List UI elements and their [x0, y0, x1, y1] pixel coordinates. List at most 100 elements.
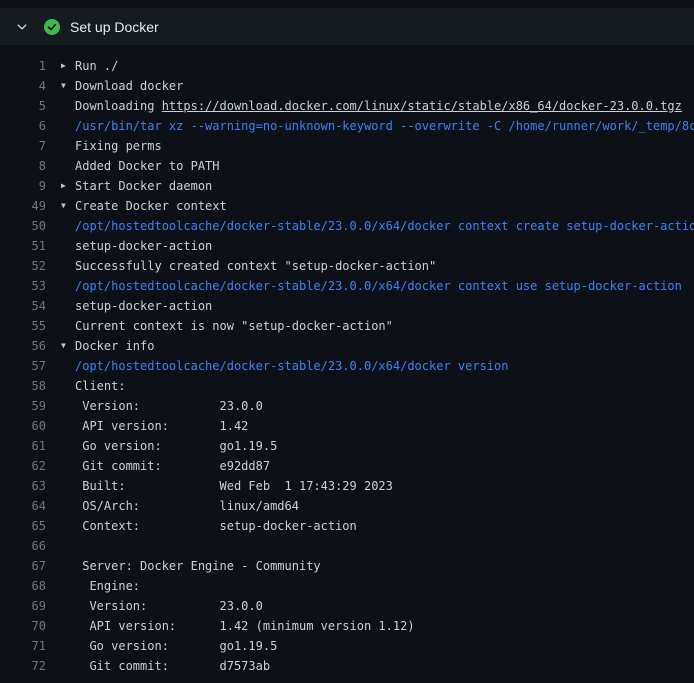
line-number[interactable]: 5 — [0, 96, 46, 116]
group-toggle-icon[interactable]: ▼ — [61, 336, 75, 356]
log-text: Git commit: d7573ab — [75, 659, 270, 673]
log-line[interactable]: 7 Fixing perms — [0, 136, 694, 156]
line-number[interactable]: 60 — [0, 416, 46, 436]
log-line[interactable]: 49 ▼ Create Docker context — [0, 196, 694, 216]
line-number[interactable]: 57 — [0, 356, 46, 376]
log-text: Fixing perms — [75, 139, 162, 153]
group-toggle-icon[interactable]: ▼ — [61, 76, 75, 96]
line-number[interactable]: 70 — [0, 616, 46, 636]
log-line[interactable]: 71 Go version: go1.19.5 — [0, 636, 694, 656]
log-line[interactable]: 65 Context: setup-docker-action — [0, 516, 694, 536]
line-content: Git commit: e92dd87 — [75, 456, 270, 476]
group-toggle-icon[interactable]: ▶ — [61, 56, 75, 76]
group-toggle-icon — [61, 416, 75, 436]
log-line[interactable]: 6 /usr/bin/tar xz --warning=no-unknown-k… — [0, 116, 694, 136]
log-line[interactable]: 56 ▼ Docker info — [0, 336, 694, 356]
group-toggle-icon — [61, 436, 75, 456]
log-line[interactable]: 1 ▶ Run ./ — [0, 56, 694, 76]
line-number[interactable]: 4 — [0, 76, 46, 96]
log-text: Start Docker daemon — [75, 179, 212, 193]
line-content: Run ./ — [75, 56, 118, 76]
group-toggle-icon[interactable]: ▼ — [61, 196, 75, 216]
log-text: Client: — [75, 379, 126, 393]
line-number[interactable]: 56 — [0, 336, 46, 356]
log-line[interactable]: 64 OS/Arch: linux/amd64 — [0, 496, 694, 516]
log-line[interactable]: 8 Added Docker to PATH — [0, 156, 694, 176]
log-text: Create Docker context — [75, 199, 227, 213]
log-line[interactable]: 69 Version: 23.0.0 — [0, 596, 694, 616]
log-line[interactable]: 51 setup-docker-action — [0, 236, 694, 256]
line-content: /opt/hostedtoolcache/docker-stable/23.0.… — [75, 216, 694, 236]
log-line[interactable]: 70 API version: 1.42 (minimum version 1.… — [0, 616, 694, 636]
line-number[interactable]: 51 — [0, 236, 46, 256]
log-line[interactable]: 59 Version: 23.0.0 — [0, 396, 694, 416]
log-line[interactable]: 50 /opt/hostedtoolcache/docker-stable/23… — [0, 216, 694, 236]
log-line[interactable]: 9 ▶ Start Docker daemon — [0, 176, 694, 196]
group-toggle-icon — [61, 296, 75, 316]
log-line[interactable]: 4 ▼ Download docker — [0, 76, 694, 96]
line-number[interactable]: 49 — [0, 196, 46, 216]
line-content: Git commit: d7573ab — [75, 656, 270, 676]
line-number[interactable]: 7 — [0, 136, 46, 156]
line-content: /opt/hostedtoolcache/docker-stable/23.0.… — [75, 356, 508, 376]
log-line[interactable]: 58 Client: — [0, 376, 694, 396]
line-number[interactable]: 55 — [0, 316, 46, 336]
line-number[interactable]: 8 — [0, 156, 46, 176]
group-toggle-icon — [61, 236, 75, 256]
log-text: Docker info — [75, 339, 154, 353]
line-content: Successfully created context "setup-dock… — [75, 256, 436, 276]
line-content: Built: Wed Feb 1 17:43:29 2023 — [75, 476, 393, 496]
log-text: Download docker — [75, 79, 183, 93]
log-line[interactable]: 53 /opt/hostedtoolcache/docker-stable/23… — [0, 276, 694, 296]
line-number[interactable]: 72 — [0, 656, 46, 676]
line-number[interactable]: 6 — [0, 116, 46, 136]
line-number[interactable]: 65 — [0, 516, 46, 536]
log-line[interactable]: 55 Current context is now "setup-docker-… — [0, 316, 694, 336]
line-content: Engine: — [75, 576, 140, 596]
group-toggle-icon — [61, 376, 75, 396]
line-number[interactable]: 71 — [0, 636, 46, 656]
log-line[interactable]: 67 Server: Docker Engine - Community — [0, 556, 694, 576]
line-number[interactable]: 54 — [0, 296, 46, 316]
line-number[interactable]: 64 — [0, 496, 46, 516]
step-header[interactable]: Set up Docker — [0, 8, 694, 45]
log-line[interactable]: 54 setup-docker-action — [0, 296, 694, 316]
group-toggle-icon — [61, 596, 75, 616]
line-number[interactable]: 53 — [0, 276, 46, 296]
line-content: Server: Docker Engine - Community — [75, 556, 321, 576]
line-number[interactable]: 62 — [0, 456, 46, 476]
group-toggle-icon — [61, 456, 75, 476]
line-number[interactable]: 59 — [0, 396, 46, 416]
log-line[interactable]: 60 API version: 1.42 — [0, 416, 694, 436]
log-line[interactable]: 57 /opt/hostedtoolcache/docker-stable/23… — [0, 356, 694, 376]
group-toggle-icon — [61, 216, 75, 236]
log-line[interactable]: 63 Built: Wed Feb 1 17:43:29 2023 — [0, 476, 694, 496]
group-toggle-icon — [61, 536, 75, 556]
log-text: Go version: go1.19.5 — [75, 639, 277, 653]
log-line[interactable]: 68 Engine: — [0, 576, 694, 596]
line-number[interactable]: 58 — [0, 376, 46, 396]
log-line[interactable]: 72 Git commit: d7573ab — [0, 656, 694, 676]
log-text: OS/Arch: linux/amd64 — [75, 499, 299, 513]
log-text: Git commit: e92dd87 — [75, 459, 270, 473]
chevron-down-icon[interactable] — [16, 21, 30, 33]
line-number[interactable]: 52 — [0, 256, 46, 276]
log-line[interactable]: 5 Downloading https://download.docker.co… — [0, 96, 694, 116]
line-number[interactable]: 69 — [0, 596, 46, 616]
line-number[interactable]: 68 — [0, 576, 46, 596]
line-number[interactable]: 1 — [0, 56, 46, 76]
line-number[interactable]: 66 — [0, 536, 46, 556]
log-line[interactable]: 66 — [0, 536, 694, 556]
line-number[interactable]: 61 — [0, 436, 46, 456]
line-number[interactable]: 9 — [0, 176, 46, 196]
log-link[interactable]: https://download.docker.com/linux/static… — [162, 99, 682, 113]
line-content: Create Docker context — [75, 196, 227, 216]
line-number[interactable]: 67 — [0, 556, 46, 576]
log-line[interactable]: 52 Successfully created context "setup-d… — [0, 256, 694, 276]
group-toggle-icon[interactable]: ▶ — [61, 176, 75, 196]
log-line[interactable]: 62 Git commit: e92dd87 — [0, 456, 694, 476]
line-number[interactable]: 63 — [0, 476, 46, 496]
log-line[interactable]: 61 Go version: go1.19.5 — [0, 436, 694, 456]
log-text: Engine: — [75, 579, 140, 593]
line-number[interactable]: 50 — [0, 216, 46, 236]
